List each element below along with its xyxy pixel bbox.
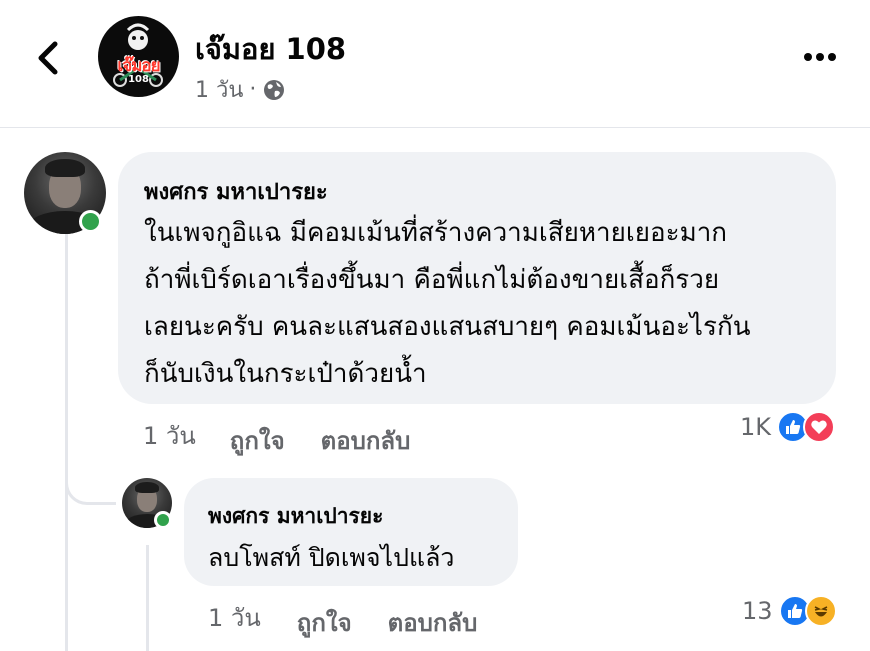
thread-branch: [65, 460, 116, 505]
love-reaction-icon: [803, 411, 836, 443]
comment-text-line: ถ้าพี่เบิร์ดเอาเรื่องขึ้นมา คือพี่แกไม่ต…: [144, 265, 720, 295]
header-divider: [0, 127, 870, 128]
reaction-summary[interactable]: 13: [742, 595, 837, 627]
online-status-indicator: [79, 210, 102, 233]
post-meta: 1 วัน ·: [195, 72, 286, 107]
more-horizontal-icon: [804, 53, 836, 61]
page-name[interactable]: เจ๊มอย 108: [195, 26, 346, 72]
reply-button[interactable]: ตอบกลับ: [388, 603, 478, 642]
chevron-left-icon: [38, 41, 58, 75]
reply-bubble[interactable]: พงศกร มหาเปารยะ ลบโพสท์ ปิดเพจไปแล้ว: [184, 478, 518, 586]
reaction-summary[interactable]: 1K: [740, 411, 836, 443]
more-options-button[interactable]: [800, 40, 840, 74]
thread-line: [65, 234, 68, 484]
comment-actions: 1 วัน ถูกใจ ตอบกลับ: [143, 416, 410, 455]
page-avatar[interactable]: เจ๊มอย 108: [98, 16, 179, 97]
comment-time[interactable]: 1 วัน: [143, 416, 196, 455]
like-button[interactable]: ถูกใจ: [230, 421, 285, 460]
post-header: เจ๊มอย 108 เจ๊มอย 108 1 วัน ·: [0, 0, 870, 127]
globe-icon: [262, 78, 286, 102]
like-button[interactable]: ถูกใจ: [297, 603, 352, 642]
meta-separator: ·: [249, 77, 257, 102]
back-button[interactable]: [30, 36, 70, 80]
reply-actions: 1 วัน ถูกใจ ตอบกลับ: [208, 598, 477, 637]
reply-time[interactable]: 1 วัน: [208, 598, 261, 637]
comment-author[interactable]: พงศกร มหาเปารยะ: [144, 174, 328, 209]
haha-reaction-icon: [804, 595, 837, 627]
thread-line-continuation: [65, 484, 68, 651]
avatar-hair: [45, 158, 85, 177]
avatar-hair: [135, 482, 159, 493]
reaction-count: 13: [742, 597, 773, 625]
reply-button[interactable]: ตอบกลับ: [321, 421, 411, 460]
page-logo-number: 108: [128, 74, 149, 85]
post-time[interactable]: 1 วัน: [195, 72, 243, 107]
comment-text-line: ก็นับเงินในกระเป๋าด้วยน้ำ: [144, 359, 427, 389]
comment-bubble[interactable]: พงศกร มหาเปารยะ ในเพจกูอิแฉ มีคอมเม้นที่…: [118, 152, 836, 404]
reply-author[interactable]: พงศกร มหาเปารยะ: [208, 500, 383, 533]
reply-text-line: ลบโพสท์ ปิดเพจไปแล้ว: [208, 543, 455, 572]
comment-text-line: เลยนะครับ คนละแสนสองแสนสบายๆ คอมเม้นอะไร…: [144, 312, 751, 342]
reply-thread-line: [146, 545, 149, 651]
online-status-indicator: [154, 511, 172, 529]
comment-text-line: ในเพจกูอิแฉ มีคอมเม้นที่สร้างความเสียหาย…: [144, 218, 728, 248]
reaction-count: 1K: [740, 413, 772, 441]
